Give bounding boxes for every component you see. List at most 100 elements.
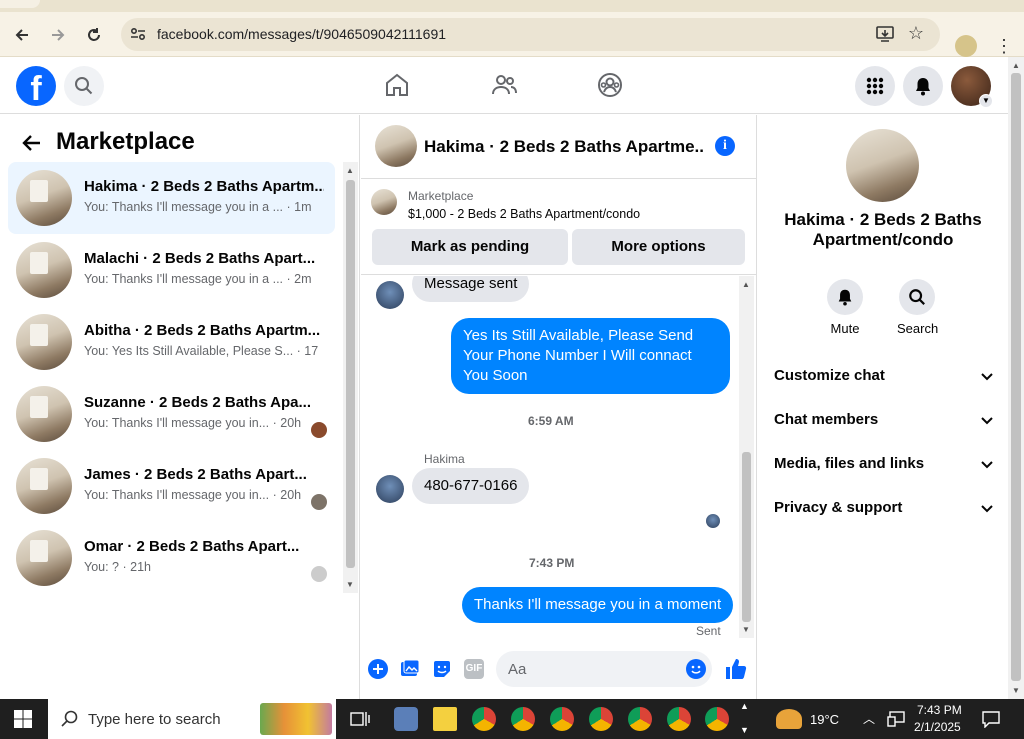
chrome-icon[interactable] xyxy=(550,707,574,731)
page-scrollbar[interactable]: ▲ ▼ xyxy=(1008,57,1024,699)
info-icon[interactable]: i xyxy=(715,136,735,156)
search-in-chat-button[interactable]: Search xyxy=(897,279,938,336)
reload-button[interactable] xyxy=(81,22,107,48)
friends-icon[interactable] xyxy=(490,71,518,99)
listing-thumbnail xyxy=(16,170,72,226)
list-item[interactable]: Omar · 2 Beds 2 Baths Apart... You: ? · … xyxy=(8,522,335,594)
smile-icon xyxy=(691,665,701,674)
sidebar-scrollbar[interactable]: ▲ ▼ xyxy=(343,162,358,593)
mark-pending-button[interactable]: Mark as pending xyxy=(372,229,568,265)
back-arrow-icon[interactable] xyxy=(20,132,44,154)
sticky-notes-icon[interactable] xyxy=(433,707,457,731)
listing-thumbnail[interactable] xyxy=(846,129,919,202)
scroll-up-icon[interactable]: ▲ xyxy=(1012,61,1020,70)
accordion-chat-members[interactable]: Chat members xyxy=(774,411,994,435)
listing-thumbnail[interactable] xyxy=(371,189,397,215)
listing-item[interactable]: $1,000 - 2 Beds 2 Baths Apartment/condo xyxy=(408,207,640,221)
list-item[interactable]: Malachi · 2 Beds 2 Baths Apart... You: T… xyxy=(8,234,335,306)
scroll-down-icon[interactable]: ▼ xyxy=(742,625,750,634)
more-options-button[interactable]: More options xyxy=(572,229,745,265)
facebook-logo-icon[interactable]: f xyxy=(16,66,56,108)
message-input[interactable]: Aa xyxy=(496,651,712,687)
weather-icon[interactable] xyxy=(776,709,802,729)
scroll-down-icon[interactable]: ▼ xyxy=(1012,686,1020,695)
scrollbar-thumb[interactable] xyxy=(742,452,751,622)
account-avatar[interactable]: ▼ xyxy=(951,66,993,108)
plus-icon[interactable] xyxy=(368,659,388,679)
network-icon[interactable] xyxy=(887,711,905,727)
seen-avatar xyxy=(311,422,327,438)
mute-button[interactable]: Mute xyxy=(825,279,865,336)
clock-time[interactable]: 7:43 PM xyxy=(917,703,962,717)
listing-category: Marketplace xyxy=(408,189,474,203)
bookmark-star-icon[interactable]: ☆ xyxy=(908,23,924,44)
url-text[interactable]: facebook.com/messages/t/9046509042111691 xyxy=(157,26,446,42)
home-icon[interactable] xyxy=(383,71,411,99)
chrome-icon[interactable] xyxy=(589,707,613,731)
accordion-label: Media, files and links xyxy=(774,455,925,472)
conversation-preview: You: ? · 21h xyxy=(84,560,151,574)
listing-thumbnail[interactable] xyxy=(375,125,417,167)
taskbar-scroll-up-icon[interactable]: ▲ xyxy=(740,701,749,711)
chevron-down-icon xyxy=(981,505,993,513)
windows-start-icon[interactable] xyxy=(14,710,32,728)
browser-profile-icon[interactable] xyxy=(955,35,977,57)
photo-icon[interactable] xyxy=(400,659,420,679)
search-button[interactable] xyxy=(64,66,104,106)
gif-button[interactable]: GIF xyxy=(464,659,484,679)
list-item[interactable]: Suzanne · 2 Beds 2 Baths Apa... You: Tha… xyxy=(8,378,335,450)
groups-icon[interactable] xyxy=(596,71,624,99)
active-tab[interactable] xyxy=(0,0,40,8)
notification-center-icon[interactable] xyxy=(982,710,1000,728)
address-bar[interactable]: facebook.com/messages/t/9046509042111691… xyxy=(121,18,940,51)
message-bubble: Yes Its Still Available, Please Send You… xyxy=(451,318,730,394)
accordion-media-files-links[interactable]: Media, files and links xyxy=(774,455,994,479)
scroll-up-icon[interactable]: ▲ xyxy=(742,280,750,289)
scrollbar-thumb[interactable] xyxy=(1011,73,1021,681)
paint-app-icon[interactable] xyxy=(394,707,418,731)
chevron-down-icon xyxy=(981,417,993,425)
default-avatar-icon xyxy=(311,566,327,582)
list-item[interactable]: Hakima · 2 Beds 2 Baths Apartm... You: T… xyxy=(8,162,335,234)
search-icon xyxy=(909,289,925,305)
scroll-down-icon[interactable]: ▼ xyxy=(346,580,354,589)
forward-button[interactable] xyxy=(45,22,71,48)
chat-title[interactable]: Hakima · 2 Beds 2 Baths Apartme... xyxy=(424,137,704,157)
back-button[interactable] xyxy=(9,22,35,48)
taskbar-search[interactable]: Type here to search xyxy=(48,699,336,739)
list-item[interactable]: Abitha · 2 Beds 2 Baths Apartm... You: Y… xyxy=(8,306,335,378)
message-bubble: 480-677-0166 xyxy=(412,468,530,504)
task-view-icon[interactable] xyxy=(350,709,370,729)
search-icon xyxy=(61,710,78,727)
thumbs-up-icon[interactable] xyxy=(724,657,748,681)
bell-icon xyxy=(916,78,930,96)
accordion-customize-chat[interactable]: Customize chat xyxy=(774,367,994,391)
chrome-icon[interactable] xyxy=(472,707,496,731)
site-info-icon[interactable] xyxy=(129,25,147,43)
chrome-icon[interactable] xyxy=(667,707,691,731)
conversation-name: Abitha · 2 Beds 2 Baths Apartm... xyxy=(84,322,321,339)
listing-card: Marketplace $1,000 - 2 Beds 2 Baths Apar… xyxy=(361,180,757,275)
accordion-privacy-support[interactable]: Privacy & support xyxy=(774,499,994,523)
scrollbar-thumb[interactable] xyxy=(346,180,355,568)
chrome-icon[interactable] xyxy=(628,707,652,731)
listing-thumbnail xyxy=(16,314,72,370)
list-item[interactable]: James · 2 Beds 2 Baths Apart... You: Tha… xyxy=(8,450,335,522)
browser-menu-icon[interactable]: ⋮ xyxy=(995,34,1013,58)
notifications-button[interactable] xyxy=(903,66,943,106)
temperature[interactable]: 19°C xyxy=(810,712,839,727)
chrome-icon[interactable] xyxy=(705,707,729,731)
chat-scrollbar[interactable]: ▲ ▼ xyxy=(739,276,754,638)
menu-button[interactable] xyxy=(855,66,895,106)
chrome-icon[interactable] xyxy=(511,707,535,731)
scroll-up-icon[interactable]: ▲ xyxy=(346,166,354,175)
clock-date[interactable]: 2/1/2025 xyxy=(914,720,961,734)
taskbar-scroll-down-icon[interactable]: ▼ xyxy=(740,725,749,735)
seen-avatar xyxy=(706,514,720,528)
tray-expand-icon[interactable]: ︿ xyxy=(863,710,875,727)
emoji-icon[interactable] xyxy=(686,659,706,679)
windows-taskbar: Type here to search ▲ ▼ 19°C ︿ 7:43 PM 2… xyxy=(0,699,1024,739)
page-title: Marketplace xyxy=(56,128,195,155)
sticker-icon[interactable] xyxy=(432,659,452,679)
install-app-icon[interactable] xyxy=(876,25,894,43)
